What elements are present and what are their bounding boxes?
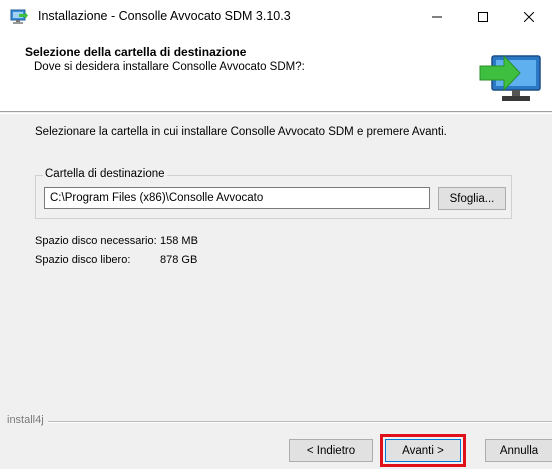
back-button[interactable]: < Indietro — [289, 439, 373, 462]
disk-required-label: Spazio disco necessario: — [35, 235, 157, 247]
wizard-header: Selezione della cartella di destinazione… — [0, 34, 552, 112]
installer-computer-icon — [10, 9, 28, 24]
disk-required-value: 158 MB — [160, 235, 198, 247]
maximize-icon — [478, 12, 488, 22]
instruction-text: Selezionare la cartella in cui installar… — [35, 126, 447, 138]
destination-group-legend: Cartella di destinazione — [43, 168, 167, 180]
window-title: Installazione - Consolle Avvocato SDM 3.… — [38, 9, 291, 23]
maximize-button[interactable] — [460, 0, 506, 34]
install-monitor-icon — [479, 54, 541, 101]
close-icon — [524, 12, 534, 22]
next-button-highlight — [380, 434, 466, 467]
footer-divider-highlight — [48, 422, 552, 423]
browse-button[interactable]: Sfoglia... — [438, 187, 506, 210]
disk-free-value: 878 GB — [160, 254, 198, 266]
header-divider — [0, 113, 552, 114]
title-bar: Installazione - Consolle Avvocato SDM 3.… — [0, 0, 552, 34]
minimize-button[interactable] — [414, 0, 460, 34]
minimize-icon — [432, 16, 442, 18]
destination-path-input[interactable] — [44, 187, 430, 209]
page-title: Selezione della cartella di destinazione — [25, 45, 247, 59]
page-subtitle: Dove si desidera installare Consolle Avv… — [34, 61, 305, 73]
close-button[interactable] — [506, 0, 552, 34]
installer-brand: install4j — [7, 414, 44, 426]
cancel-button[interactable]: Annulla — [485, 439, 552, 462]
disk-free-label: Spazio disco libero: — [35, 254, 131, 266]
